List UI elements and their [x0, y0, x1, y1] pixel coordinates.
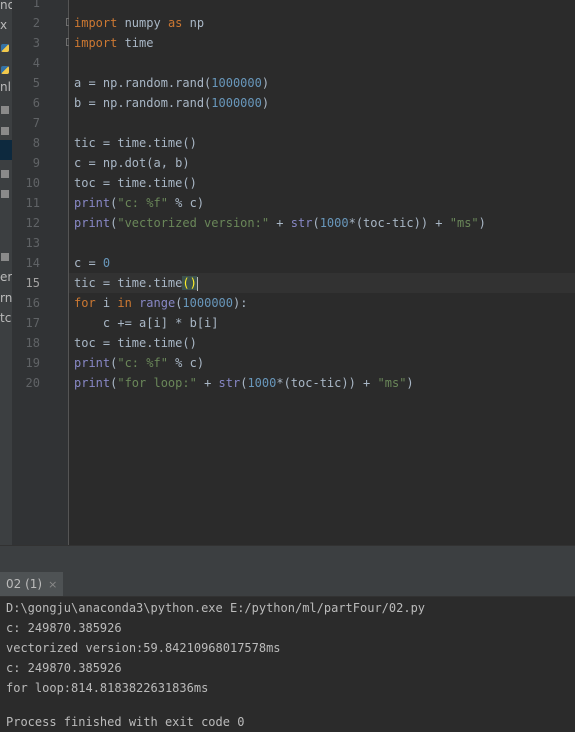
code-line: a = np.random.rand(1000000) [74, 76, 270, 90]
folder-icon [1, 127, 9, 135]
line-number: 9 [32, 156, 40, 170]
code-line: toc = time.time() [74, 176, 197, 190]
line-number: 13 [25, 236, 40, 250]
line-number: 16 [25, 296, 40, 310]
code-editor[interactable]: import numpy as np import time a = np.rand… [69, 0, 575, 545]
line-number: 19 [25, 356, 40, 370]
code-line: print("for loop:" + str(1000*(toc-tic)) … [74, 376, 414, 390]
editor-gutter[interactable]: 1 2 3 4 5 6 7 8 9 10 11 12 13 14 15 16 1… [12, 0, 73, 545]
python-file-icon [1, 66, 9, 74]
line-number-current: 15 [25, 276, 40, 290]
console-line: c: 249870.385926 [6, 661, 122, 675]
panel-splitter[interactable] [0, 545, 575, 573]
code-line: c = np.dot(a, b) [74, 156, 190, 170]
project-item-label[interactable]: x [0, 18, 12, 32]
code-line: import time [74, 36, 154, 50]
folder-icon [1, 170, 9, 178]
project-item-selected[interactable] [0, 140, 12, 160]
console-line: D:\gongju\anaconda3\python.exe E:/python… [6, 601, 426, 615]
line-number: 1 [32, 0, 40, 10]
project-item-label[interactable]: er [0, 270, 12, 284]
project-item-label[interactable]: nl [0, 80, 12, 94]
console-line: c: 249870.385926 [6, 621, 122, 635]
line-number: 7 [32, 116, 40, 130]
folder-icon [1, 106, 9, 114]
line-number: 5 [32, 76, 40, 90]
line-number: 6 [32, 96, 40, 110]
line-number: 8 [32, 136, 40, 150]
code-line: print("c: %f" % c) [74, 196, 205, 210]
folder-icon [1, 253, 9, 261]
console-line: Process finished with exit code 0 [6, 715, 245, 729]
code-line: print("vectorized version:" + str(1000*(… [74, 216, 486, 230]
run-tab[interactable]: 02 (1) × [0, 572, 64, 596]
close-icon[interactable]: × [48, 578, 57, 591]
project-item-label[interactable]: rn [0, 291, 12, 305]
console-line: for loop:814.8183822631836ms [6, 681, 209, 695]
project-panel: no x nl er rn tc [0, 0, 12, 545]
code-line: b = np.random.rand(1000000) [74, 96, 270, 110]
line-number: 17 [25, 316, 40, 330]
run-tab-label: 02 (1) [6, 577, 43, 591]
run-tab-bar: 02 (1) × [0, 572, 575, 597]
code-line: c += a[i] * b[i] [74, 316, 219, 330]
code-line: print("c: %f" % c) [74, 356, 205, 370]
code-line: import numpy as np [74, 16, 205, 30]
line-number: 18 [25, 336, 40, 350]
code-line: tic = time.time() [74, 276, 198, 291]
python-file-icon [1, 44, 9, 52]
code-line: c = 0 [74, 256, 111, 270]
code-line: for i in range(1000000): [74, 296, 248, 310]
console-line: vectorized version:59.84210968017578ms [6, 641, 281, 655]
line-number: 2 [32, 16, 40, 30]
project-item-label[interactable]: tc [0, 311, 12, 325]
project-item-label[interactable]: no [0, 0, 12, 12]
folder-icon [1, 190, 9, 198]
line-number: 11 [25, 196, 40, 210]
line-number: 14 [25, 256, 40, 270]
line-number: 12 [25, 216, 40, 230]
code-line: toc = time.time() [74, 336, 197, 350]
run-console[interactable]: D:\gongju\anaconda3\python.exe E:/python… [0, 597, 575, 729]
line-number: 4 [32, 56, 40, 70]
line-number: 3 [32, 36, 40, 50]
line-number: 20 [25, 376, 40, 390]
code-line: tic = time.time() [74, 136, 197, 150]
line-number: 10 [25, 176, 40, 190]
